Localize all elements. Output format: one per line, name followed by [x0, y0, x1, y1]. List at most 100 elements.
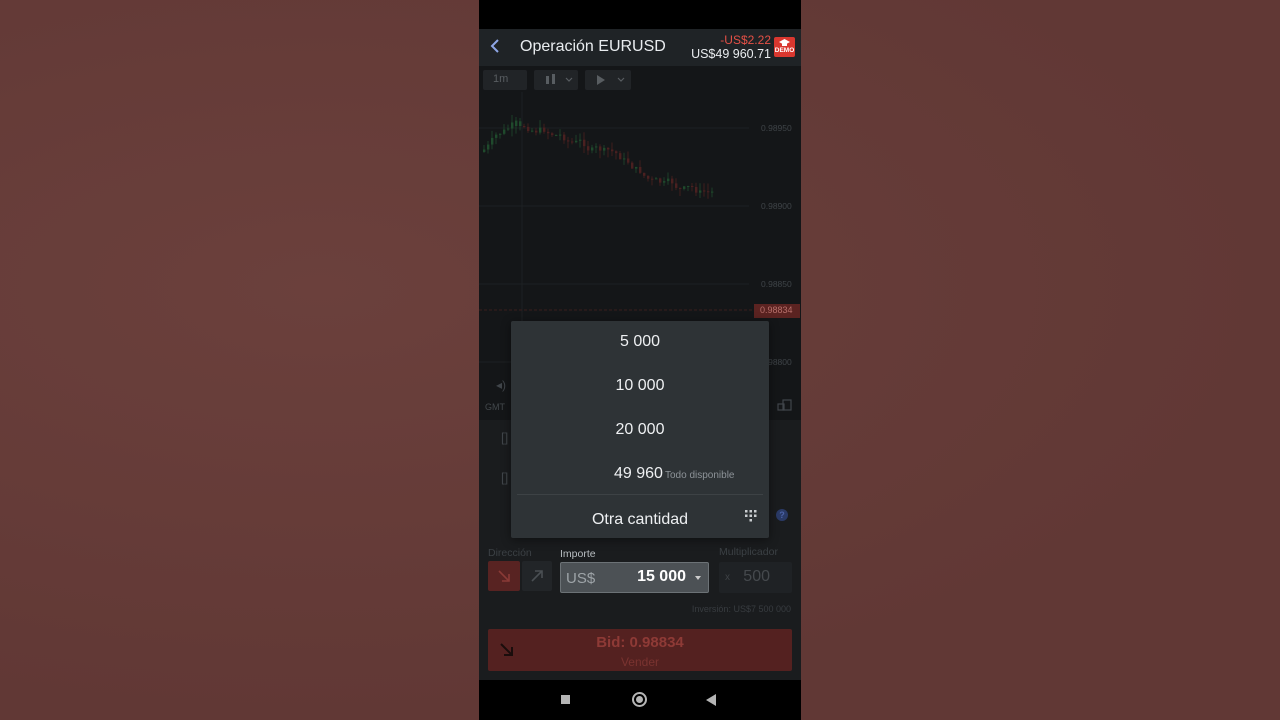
multiplier-value: 500 [743, 568, 770, 585]
app-bar: Operación EURUSD -US$2.22 US$49 960.71 D… [479, 29, 801, 66]
sell-direction-button[interactable] [488, 561, 520, 591]
candle-body [535, 130, 538, 133]
candle-body [603, 147, 606, 151]
candle-body [555, 135, 558, 137]
help-icon[interactable]: ? [776, 509, 788, 521]
direction-label: Dirección [488, 547, 532, 559]
candle-body [487, 144, 490, 150]
multiplier-prefix: x [725, 572, 730, 583]
candle-body [519, 121, 522, 126]
candle-body [635, 166, 638, 169]
signal-icon[interactable]: ◂) [496, 378, 506, 392]
candle-body [591, 147, 594, 151]
candle-body [643, 172, 646, 176]
candle-body [695, 187, 698, 193]
candle-body [659, 178, 662, 183]
candle-body [495, 134, 498, 138]
candle-body [523, 126, 526, 127]
candle-body [655, 178, 658, 180]
candle-body [587, 146, 590, 151]
profit-loss: -US$2.22 [720, 33, 771, 47]
back-arrow-icon[interactable] [485, 35, 507, 57]
arrow-up-right-icon [531, 570, 543, 582]
sell-button[interactable]: Bid: 0.98834 Vender [488, 629, 792, 671]
account-balance[interactable]: US$49 960.71 [691, 47, 771, 61]
candle-body [671, 178, 674, 184]
candle-body [547, 131, 550, 134]
recents-icon[interactable] [561, 695, 570, 704]
candle-body [507, 128, 510, 130]
candle-body [559, 134, 562, 136]
status-bar [479, 0, 801, 29]
candle-body [527, 126, 530, 131]
current-price-label: 0.98834 [760, 305, 793, 315]
candle-body [563, 134, 566, 141]
amount-option-all-available[interactable]: 49 960 Todo disponible [511, 453, 769, 497]
page-title: Operación EURUSD [520, 38, 666, 55]
investment-note: Inversión: US$7 500 000 [691, 604, 791, 614]
candle-body [599, 146, 602, 151]
candle-body [699, 190, 702, 193]
candle-body [583, 139, 586, 147]
candle-body [579, 139, 582, 141]
current-price-tag: 0.98834 [754, 304, 800, 318]
candle-body [623, 158, 626, 160]
amount-option-custom[interactable]: Otra cantidad [511, 497, 769, 541]
sell-button-subtitle: Vender [620, 655, 660, 669]
chevron-down-icon [695, 576, 701, 580]
candle-body [619, 153, 622, 160]
amount-label: Importe [560, 548, 596, 560]
candle-body [543, 127, 546, 132]
all-available-label: Todo disponible [665, 470, 735, 481]
candle-body [611, 149, 614, 152]
candle-body [575, 140, 578, 143]
candle-body [483, 149, 486, 152]
candle-body [639, 166, 642, 173]
demo-account-badge[interactable]: DEMO [774, 37, 795, 57]
other-amount-label: Otra cantidad [591, 511, 689, 528]
bracket-icon[interactable]: [] [501, 430, 508, 445]
candle-body [679, 187, 682, 189]
buy-direction-button[interactable] [522, 561, 552, 591]
amount-select[interactable]: US$ 15 000 [560, 562, 709, 593]
candle-body [675, 183, 678, 188]
candle-body [647, 175, 650, 179]
price-axis-label: 0.98900 [761, 201, 792, 211]
candle-body [511, 122, 514, 129]
candle-body [607, 147, 610, 150]
amount-option-value: 5 000 [619, 333, 661, 350]
multiplier-select[interactable]: x 500 [719, 562, 792, 593]
amount-option[interactable]: 10 000 [511, 365, 769, 409]
candle-body [703, 190, 706, 192]
candle-body [627, 158, 630, 163]
candle-body [651, 178, 654, 180]
demo-label: DEMO [774, 47, 795, 54]
candle-body [595, 146, 598, 148]
amount-option-value: 49 960 [614, 465, 663, 482]
fullscreen-icon[interactable] [777, 399, 795, 413]
amount-option[interactable]: 5 000 [511, 321, 769, 365]
amount-option[interactable]: 20 000 [511, 409, 769, 453]
amount-option-value: 10 000 [615, 377, 665, 394]
candle-body [499, 133, 502, 135]
candle-body [571, 141, 574, 143]
sell-button-title: Bid: 0.98834 [596, 634, 684, 651]
candle-body [687, 186, 690, 188]
candle-body [667, 178, 670, 182]
system-navigation-bar [479, 680, 801, 720]
home-icon[interactable] [632, 692, 647, 707]
amount-currency: US$ [566, 570, 596, 587]
candle-body [551, 133, 554, 136]
back-icon[interactable] [706, 694, 716, 706]
bracket-icon[interactable]: [] [501, 470, 508, 485]
candle-body [683, 186, 686, 189]
candle-body [631, 162, 634, 169]
price-axis-label: 0.98850 [761, 279, 792, 289]
multiplier-label: Multiplicador [719, 546, 778, 558]
amount-option-value: 20 000 [615, 421, 665, 438]
timezone-label: GMT [485, 402, 505, 412]
candle-body [491, 137, 494, 145]
amount-value: 15 000 [637, 568, 686, 585]
candle-body [539, 127, 542, 133]
candle-body [707, 191, 710, 193]
